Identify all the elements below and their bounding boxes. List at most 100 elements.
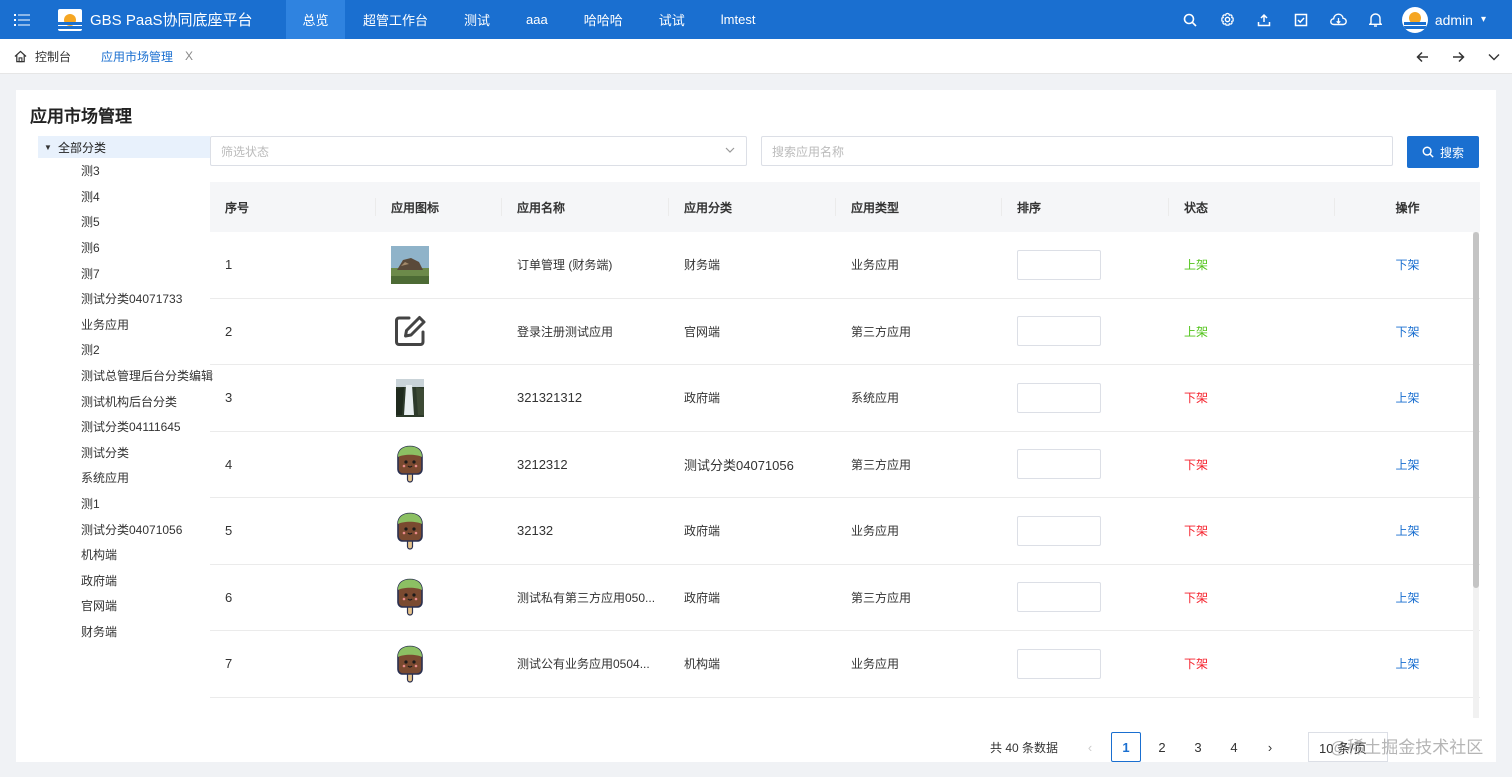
nav-item-aaa[interactable]: aaa xyxy=(508,0,566,39)
tree-node[interactable]: 政府端 xyxy=(38,568,210,594)
username: admin xyxy=(1434,11,1473,28)
tab-console[interactable]: 控制台 xyxy=(0,39,71,74)
status-filter-select[interactable]: 筛选状态 xyxy=(210,136,747,166)
cell-type: 业务应用 xyxy=(851,657,900,672)
tab-app-market[interactable]: 应用市场管理 X xyxy=(101,39,193,74)
nav-item-hahaha[interactable]: 哈哈哈 xyxy=(566,0,641,39)
cloud-icon[interactable] xyxy=(1320,0,1357,39)
pagination-page[interactable]: 4 xyxy=(1219,732,1249,762)
tree-node[interactable]: 测试机构后台分类 xyxy=(38,388,210,414)
toggle-shelf-link[interactable]: 下架 xyxy=(1395,256,1419,273)
tree-node[interactable]: 测6 xyxy=(38,235,210,261)
close-icon[interactable]: X xyxy=(185,49,193,63)
sort-input[interactable] xyxy=(1017,515,1101,546)
page-title: 应用市场管理 xyxy=(30,107,132,126)
nav-item-lmtest[interactable]: lmtest xyxy=(703,0,774,39)
caret-down-icon[interactable]: ▼ xyxy=(38,143,58,152)
tree-node[interactable]: 测5 xyxy=(38,209,210,235)
toggle-shelf-link[interactable]: 上架 xyxy=(1395,522,1419,539)
sort-input[interactable] xyxy=(1017,648,1101,679)
tree-root[interactable]: ▼ 全部分类 xyxy=(38,136,210,158)
chevron-down-icon xyxy=(724,144,736,159)
search-input[interactable]: 搜索应用名称 xyxy=(761,136,1393,166)
arrow-right-icon[interactable] xyxy=(1440,39,1476,74)
pagination-prev-icon[interactable]: ‹ xyxy=(1075,732,1105,762)
nav-item-test[interactable]: 测试 xyxy=(446,0,508,39)
cell-name: 测试私有第三方应用050... xyxy=(502,589,669,606)
toggle-shelf-link[interactable]: 上架 xyxy=(1395,389,1419,406)
cell-no: 4 xyxy=(225,456,233,472)
table-scrollbar[interactable] xyxy=(1473,232,1479,718)
cell-sort xyxy=(1002,249,1169,280)
header-actions: admin ▾ xyxy=(1172,0,1512,39)
app-category: 政府端 xyxy=(684,391,721,406)
toggle-shelf-link[interactable]: 下架 xyxy=(1395,323,1419,340)
tree-node[interactable]: 财务端 xyxy=(38,619,210,645)
upload-icon[interactable] xyxy=(1246,0,1283,39)
menu-icon[interactable] xyxy=(0,0,44,39)
nav-item-shishi[interactable]: 试试 xyxy=(641,0,703,39)
sort-input[interactable] xyxy=(1017,249,1101,280)
tree-node[interactable]: 测试分类04111645 xyxy=(38,414,210,440)
sort-input[interactable] xyxy=(1017,449,1101,480)
pagination-page[interactable]: 2 xyxy=(1147,732,1177,762)
tree-node[interactable]: 官网端 xyxy=(38,593,210,619)
tree-node[interactable]: 系统应用 xyxy=(38,465,210,491)
tree-node[interactable]: 测1 xyxy=(38,491,210,517)
gear-icon[interactable] xyxy=(1209,0,1246,39)
tree-node[interactable]: 测试分类04071733 xyxy=(38,286,210,312)
cell-no: 2 xyxy=(225,323,233,339)
main-panel: 应用市场管理 ▼ 全部分类 测3 测4 测5 测6 测7 测试分类04071733 业务应用… xyxy=(16,90,1496,762)
tree-node[interactable]: 测7 xyxy=(38,260,210,286)
user-menu[interactable]: admin ▾ xyxy=(1401,6,1486,33)
pagination-next-icon[interactable]: › xyxy=(1255,732,1285,762)
tree-node[interactable]: 测4 xyxy=(38,184,210,210)
checkbox-icon[interactable] xyxy=(1283,0,1320,39)
tree-node[interactable]: 测试分类 xyxy=(38,440,210,466)
chevron-down-icon[interactable] xyxy=(1476,39,1512,74)
pagination-page[interactable]: 3 xyxy=(1183,732,1213,762)
app-title: GBS PaaS协同底座平台 xyxy=(90,12,253,29)
tree-node[interactable]: 测3 xyxy=(38,158,210,184)
bell-icon[interactable] xyxy=(1357,0,1394,39)
sort-input[interactable] xyxy=(1017,316,1101,347)
sort-input[interactable] xyxy=(1017,582,1101,613)
pagination-page[interactable]: 1 xyxy=(1111,732,1142,762)
toggle-shelf-link[interactable]: 上架 xyxy=(1395,456,1419,473)
cell-category: 官网端 xyxy=(669,323,836,340)
tree-node[interactable]: 机构端 xyxy=(38,542,210,568)
tree-node[interactable]: 测2 xyxy=(38,337,210,363)
tab-console-label: 控制台 xyxy=(35,49,72,64)
scrollbar-thumb[interactable] xyxy=(1473,232,1479,588)
status-badge: 下架 xyxy=(1184,590,1209,605)
cell-type: 系统应用 xyxy=(851,391,900,406)
toggle-shelf-link[interactable]: 上架 xyxy=(1395,589,1419,606)
status-badge: 上架 xyxy=(1184,258,1209,273)
cell-type: 第三方应用 xyxy=(851,457,912,472)
cell-sort xyxy=(1002,582,1169,613)
cell-name: 3212312 xyxy=(502,457,669,472)
waterfall-image-icon xyxy=(391,378,429,417)
popsicle-icon xyxy=(391,578,429,616)
arrow-left-icon[interactable] xyxy=(1404,39,1440,74)
cell-action: 上架 xyxy=(1335,655,1480,672)
cell-icon xyxy=(376,645,502,683)
cell-no: 6 xyxy=(225,589,233,605)
cell-sort xyxy=(1002,515,1169,546)
toggle-shelf-link[interactable]: 上架 xyxy=(1395,655,1419,672)
tree-node[interactable]: 业务应用 xyxy=(38,312,210,338)
pagination-total: 共 40 条数据 xyxy=(990,740,1059,755)
tab-navigation xyxy=(1404,39,1512,74)
cell-category: 财务端 xyxy=(669,256,836,273)
tree-node[interactable]: 测试分类04071056 xyxy=(38,516,210,542)
tree-node[interactable]: 测试总管理后台分类编辑 xyxy=(38,363,213,389)
search-button[interactable]: 搜索 xyxy=(1407,136,1479,168)
status-badge: 下架 xyxy=(1184,657,1209,672)
nav-item-super-admin[interactable]: 超管工作台 xyxy=(345,0,446,39)
app-name: 测试私有第三方应用050... xyxy=(517,590,656,605)
search-icon[interactable] xyxy=(1172,0,1209,39)
table-row: 4 3212312 测试分类04071056 第三方应用 下架 上架 xyxy=(210,432,1480,498)
sort-input[interactable] xyxy=(1017,382,1101,413)
nav-item-overview[interactable]: 总览 xyxy=(286,0,345,39)
app-category: 财务端 xyxy=(684,258,721,273)
